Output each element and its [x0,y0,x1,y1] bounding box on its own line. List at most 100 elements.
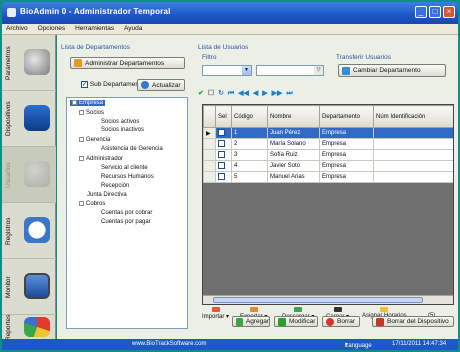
row-checkbox[interactable] [218,173,225,181]
row-checkbox-cell[interactable] [215,138,232,150]
tree-node[interactable]: Servicio al cliente [101,165,148,171]
tree-node[interactable]: Cuentas por pagar [101,219,151,225]
id-cell [373,171,453,183]
refresh-button[interactable]: Actualizar [137,79,185,91]
tree-node[interactable]: Asistencia de Gerencia [101,146,163,152]
maximize-button[interactable]: □ [429,6,441,18]
admin-icon [74,59,82,67]
tree-node[interactable]: Recursos Humanos [101,174,154,180]
row-indicator-header [203,105,216,128]
nav-registros[interactable]: Registros [2,203,56,259]
delete-device-label: Borrar del Dispositivo [387,318,449,325]
chevron-down-icon: ▼ [242,66,251,75]
row-checkbox[interactable] [218,129,225,137]
menu-herramientas[interactable]: Herramientas [71,24,118,32]
row-checkbox[interactable] [218,151,225,159]
delete-icon [326,317,334,326]
import-action[interactable]: Importar ▾ [202,307,229,320]
name-cell: Juan Pérez [267,127,320,139]
row-checkbox-cell[interactable] [215,171,232,183]
prev-icon[interactable]: ◀ [253,89,258,97]
column-header[interactable]: Sel [215,105,232,128]
row-checkbox-cell[interactable] [215,149,232,161]
download-icon [294,307,303,312]
tree-node[interactable]: Cuentas por cobrar [101,210,152,216]
nav-label: Dispositivos [5,101,12,137]
filter-field-select[interactable]: ▼ [202,65,252,76]
language-selector[interactable]: Language ▾ [345,341,372,349]
nav-reportes[interactable]: Reportes [2,315,56,341]
tree-node[interactable]: Socios activos [101,119,139,125]
refresh-grid-icon[interactable]: ↻ [218,89,224,97]
funnel-icon: ▽ [314,66,323,75]
name-cell: Sofía Ruiz [267,149,320,161]
row-checkbox[interactable] [218,162,225,170]
check-all-icon[interactable]: ✔ [198,89,204,97]
next-icon[interactable]: ▶ [262,89,267,97]
code-cell: 2 [231,138,268,150]
record-navigation: ✔ ☐ ↻ ⏮ ◀◀ ◀ ▶ ▶▶ ⏭ [198,89,295,99]
add-button[interactable]: Agregar [232,316,270,327]
table-row[interactable]: 5 Manuel Arias Empresa [203,171,453,183]
column-header[interactable]: Departamento [319,105,374,128]
sub-departments-checkbox[interactable]: ✓ [81,81,88,88]
minimize-button[interactable]: _ [415,6,427,18]
last-icon[interactable]: ⏭ [286,90,292,98]
column-header[interactable]: Código [231,105,268,128]
import-icon [211,307,220,312]
departments-tree[interactable]: Empresa Socios Socios activos Socios ina… [66,97,188,329]
main-panel: Lista de Departamentos Administrar Depar… [57,35,458,339]
clock-icon [24,217,50,243]
tree-node[interactable]: Recepción [101,183,129,189]
users-table: Sel Código Nombre Departamento Núm Ident… [203,105,453,183]
row-checkbox[interactable] [218,140,225,148]
tree-node[interactable]: Socios [79,110,104,116]
table-row[interactable]: 3 Sofía Ruiz Empresa [203,149,453,161]
delete-label: Borrar [337,318,356,325]
admin-departments-button[interactable]: Administrar Departamentos [70,57,185,69]
row-checkbox-cell[interactable] [215,160,232,172]
table-row[interactable]: 2 María Solano Empresa [203,138,453,150]
collapse-icon [79,110,84,115]
next-page-icon[interactable]: ▶▶ [272,89,283,97]
row-indicator [203,160,216,172]
tree-node[interactable]: Gerencia [79,137,110,143]
tree-node[interactable]: Administrador [79,156,123,162]
horizontal-scrollbar[interactable] [203,295,453,304]
modify-label: Modificar [289,318,316,325]
table-row[interactable]: 4 Javier Soto Empresa [203,160,453,172]
tree-node[interactable]: Junta Directiva [87,192,127,198]
menu-bar: Archivo Opciones Herramientas Ayuda [2,24,458,35]
delete-from-device-button[interactable]: Borrar del Dispositivo [372,316,454,327]
delete-button[interactable]: Borrar [322,316,360,327]
column-header[interactable]: Núm Identificación [373,105,453,128]
column-header[interactable]: Nombre [267,105,320,128]
tree-node[interactable]: Empresa [70,100,106,107]
close-button[interactable]: × [443,6,455,18]
id-cell [373,127,453,139]
uncheck-icon[interactable]: ☐ [208,89,214,97]
nav-dispositivos[interactable]: Dispositivos [2,91,56,147]
table-row[interactable]: ▶ 1 Juan Pérez Empresa [203,127,453,139]
id-cell [373,138,453,150]
prev-page-icon[interactable]: ◀◀ [238,89,249,97]
change-department-label: Cambiar Departamento [353,67,421,74]
website-link[interactable]: www.BioTrackSoftware.com [132,341,206,347]
first-icon[interactable]: ⏮ [228,90,234,98]
change-department-button[interactable]: Cambiar Departamento [338,64,446,77]
nav-parametros[interactable]: Parámetros [2,35,56,91]
tree-node[interactable]: Socios inactivos [101,127,144,133]
monitor-icon [24,273,50,299]
users-grid[interactable]: Sel Código Nombre Departamento Núm Ident… [202,104,454,305]
menu-opciones[interactable]: Opciones [34,24,69,32]
nav-monitor[interactable]: Monitor [2,259,56,315]
row-indicator [203,171,216,183]
filter-input[interactable]: ▽ [256,65,324,76]
row-checkbox-cell[interactable] [215,127,232,139]
modify-button[interactable]: Modificar [274,316,318,327]
menu-ayuda[interactable]: Ayuda [120,24,146,32]
tree-node[interactable]: Cobros [79,201,105,207]
scrollbar-thumb[interactable] [213,297,423,303]
nav-usuarios[interactable]: Usuarios [2,147,56,203]
menu-archivo[interactable]: Archivo [2,24,32,32]
